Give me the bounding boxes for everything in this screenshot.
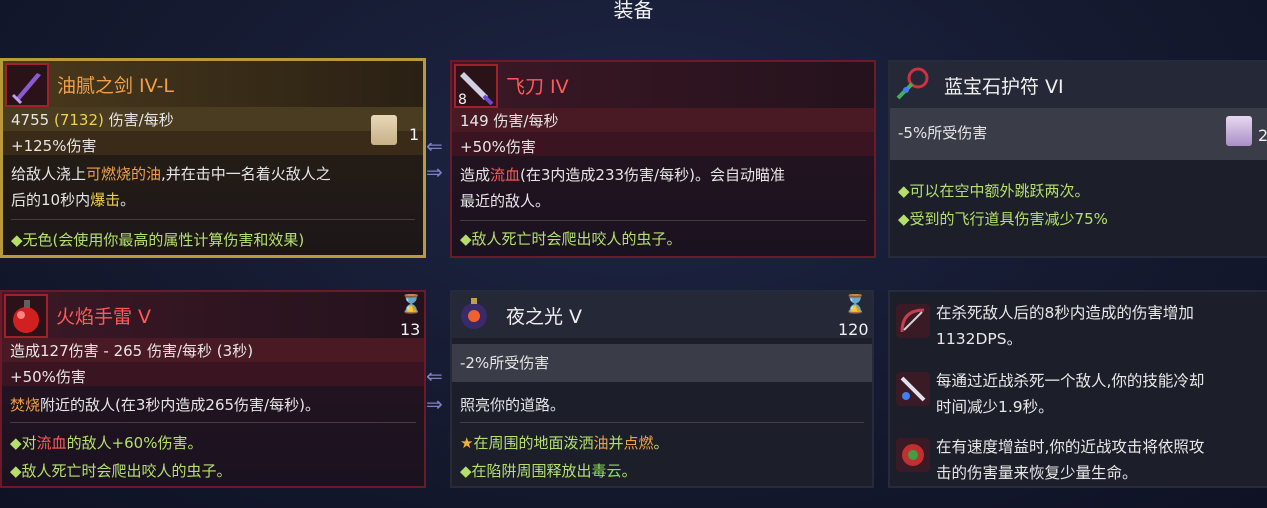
damage-stat: 造成127伤害 - 265 伤害/每秒 (3秒) (10, 342, 254, 360)
affix-colorless: ◆无色(会使用你最高的属性计算伤害和效果) (11, 231, 305, 249)
mutation-row[interactable]: 每通过近战杀死一个敌人,你的技能冷却 时间减少1.9秒。 (890, 364, 1267, 428)
bow-mutation-icon (896, 304, 930, 338)
keyword-bleed: 流血 (490, 166, 521, 184)
keyword-oil: 油 (593, 434, 609, 452)
arrow-left-icon: ⇐ (426, 134, 443, 158)
page-title: 装备 (613, 0, 654, 22)
arrow-right-icon: ⇒ (426, 392, 443, 416)
item-card-night-light[interactable]: 夜之光 V ⌛ 120 -2%所受伤害 照亮你的道路。 ★在周围的地面泼洒油并点… (450, 290, 874, 488)
keyword-bleed: 流血 (36, 434, 67, 452)
arrow-left-icon: ⇐ (426, 364, 443, 388)
affix-double-jump: ◆可以在空中额外跳跃两次。 (898, 182, 1090, 200)
lantern-icon (454, 294, 498, 338)
sword-icon (5, 63, 49, 107)
cooldown-value: 120 (838, 320, 869, 339)
mutation-row[interactable]: 在杀死敌人后的8秒内造成的伤害增加 1132DPS。 (890, 296, 1267, 360)
scroll-icon (371, 115, 397, 145)
keyword-burn: 焚烧 (10, 396, 41, 414)
scroll-count: 2 (1258, 126, 1267, 145)
dps-value: 4755 (11, 111, 50, 129)
dps-unit: 伤害/每秒 (108, 111, 174, 129)
star-icon: ★ (460, 434, 474, 452)
mutations-panel: 在杀死敌人后的8秒内造成的伤害增加 1132DPS。 每通过近战杀死一个敌人,你… (888, 290, 1267, 488)
cooldown-value: 13 (400, 320, 421, 339)
keyword-ignite: 点燃 (623, 434, 654, 452)
affix-worms: ◆敌人死亡时会爬出咬人的虫子。 (460, 230, 682, 248)
scroll-icon (1226, 116, 1252, 146)
knife-count: 8 (458, 92, 467, 108)
item-card-throwing-knife[interactable]: 8 飞刀 IV 149 伤害/每秒 +50%伤害 造成流血(在3内造成233伤害… (450, 60, 876, 258)
affix-worms: ◆敌人死亡时会爬出咬人的虫子。 (10, 462, 232, 480)
amulet-icon (892, 64, 936, 108)
item-card-fire-grenade[interactable]: 火焰手雷 V ⌛ 13 造成127伤害 - 265 伤害/每秒 (3秒) +50… (0, 290, 426, 488)
dps-crit-value: (7132) (53, 111, 104, 129)
mutation-row[interactable]: 在有速度增益时,你的近战攻击将依照攻 击的伤害量来恢复少量生命。 (890, 430, 1267, 494)
keyword-poison-cloud: 毒云 (591, 462, 622, 480)
damage-reduction: -2%所受伤害 (460, 354, 550, 372)
keyword-crit: 爆击 (90, 191, 121, 209)
damage-bonus: +125%伤害 (11, 137, 97, 155)
keyword-oil: 可燃烧的油 (86, 165, 162, 183)
scroll-count: 1 (409, 125, 420, 144)
item-card-sapphire-amulet[interactable]: 蓝宝石护符 VI -5%所受伤害 2 ◆可以在空中额外跳跃两次。 ◆受到的飞行道… (888, 60, 1267, 258)
vampire-mutation-icon (896, 438, 930, 472)
item-name: 油腻之剑 IV-L (57, 75, 174, 97)
affix-projectile-resist: ◆受到的飞行道具伤害减少75% (898, 210, 1108, 228)
damage-reduction: -5%所受伤害 (898, 124, 988, 142)
item-name: 火焰手雷 V (56, 306, 152, 328)
sword-mutation-icon (896, 372, 930, 406)
item-card-greasy-sword[interactable]: 油腻之剑 IV-L 4755 (7132) 伤害/每秒 +125%伤害 1 给敌… (0, 58, 426, 258)
knife-icon: 8 (454, 64, 498, 108)
grenade-icon (4, 294, 48, 338)
damage-bonus: +50%伤害 (460, 138, 536, 156)
item-description: 照亮你的道路。 (460, 396, 566, 414)
item-name: 飞刀 IV (506, 76, 569, 98)
hourglass-icon: ⌛ (844, 294, 867, 315)
damage-bonus: +50%伤害 (10, 368, 86, 386)
dps-value: 149 伤害/每秒 (460, 112, 559, 130)
item-name: 蓝宝石护符 VI (944, 76, 1064, 98)
arrow-right-icon: ⇒ (426, 160, 443, 184)
item-name: 夜之光 V (506, 306, 583, 328)
hourglass-icon: ⌛ (400, 294, 423, 315)
